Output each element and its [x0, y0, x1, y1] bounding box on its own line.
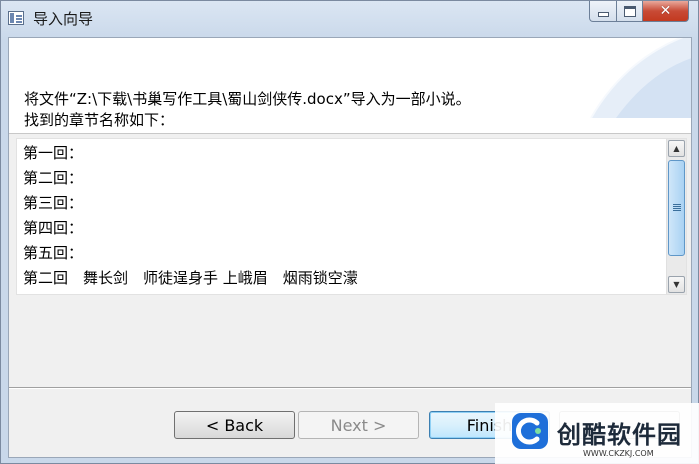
scroll-up-button[interactable]: ▲ — [668, 140, 685, 157]
chapters-found-label: 找到的章节名称如下： — [24, 111, 175, 129]
list-item[interactable]: 第一回： — [23, 143, 83, 163]
title-bar[interactable]: 导入向导 ✕ — [1, 1, 698, 35]
list-item[interactable]: 第四回： — [23, 218, 83, 238]
brand-logo-icon — [512, 413, 548, 449]
scroll-down-button[interactable]: ▼ — [668, 276, 685, 293]
caption-buttons: ✕ — [589, 1, 689, 23]
header-swoosh-graphic — [590, 38, 691, 118]
grip-icon — [673, 204, 681, 205]
app-window-icon — [8, 11, 24, 25]
minimize-button[interactable] — [589, 1, 617, 22]
watermark-url: WWW.CKZKJ.COM — [583, 449, 654, 458]
minimize-icon — [597, 11, 609, 17]
wizard-header: 将文件“Z:\下载\书巢写作工具\蜀山剑侠传.docx”导入为一部小说。 找到的… — [9, 38, 691, 134]
arrow-down-icon: ▼ — [673, 280, 680, 289]
watermark: 创酷软件园 WWW.CKZKJ.COM — [495, 403, 699, 464]
maximize-button[interactable] — [617, 1, 643, 22]
wizard-client-area: 将文件“Z:\下载\书巢写作工具\蜀山剑侠传.docx”导入为一部小说。 找到的… — [8, 37, 692, 458]
window-title: 导入向导 — [33, 10, 94, 28]
close-icon: ✕ — [659, 3, 672, 19]
list-item[interactable]: 第五回： — [23, 243, 83, 263]
footer-divider — [9, 387, 691, 389]
list-item[interactable]: 第三回： — [23, 193, 83, 213]
back-button[interactable]: < Back — [174, 411, 295, 439]
next-button[interactable]: Next > — [298, 411, 419, 439]
list-item[interactable]: 第二回： — [23, 168, 83, 188]
scroll-thumb[interactable] — [668, 160, 685, 256]
close-button[interactable]: ✕ — [643, 1, 689, 22]
list-item[interactable]: 第二回 舞长剑 师徒逞身手 上峨眉 烟雨锁空濛 — [23, 268, 358, 288]
arrow-up-icon: ▲ — [673, 144, 680, 153]
chapter-list[interactable]: 第一回： 第二回： 第三回： 第四回： 第五回： 第二回 舞长剑 师徒逞身手 上… — [16, 138, 687, 295]
watermark-brand: 创酷软件园 — [557, 421, 682, 449]
vertical-scrollbar[interactable]: ▲ ▼ — [666, 139, 686, 294]
maximize-icon — [623, 5, 636, 17]
wizard-window: 导入向导 ✕ 将文件“Z:\下载\书巢写作工具\蜀山剑侠传.docx”导入为一部… — [0, 0, 699, 464]
import-description: 将文件“Z:\下载\书巢写作工具\蜀山剑侠传.docx”导入为一部小说。 — [24, 90, 471, 108]
